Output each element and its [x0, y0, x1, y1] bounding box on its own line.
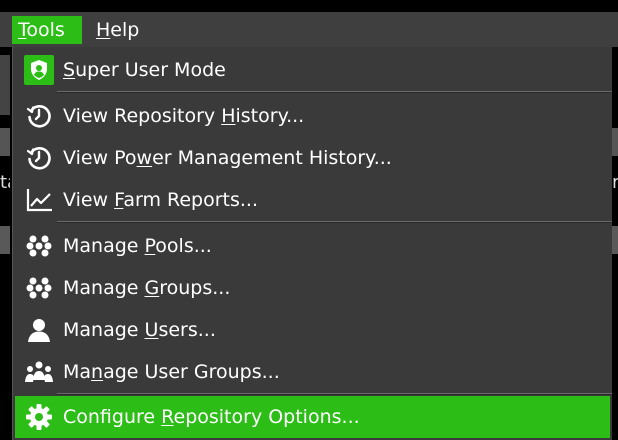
background-toolbar-strip [0, 55, 10, 115]
background-header-strip-right [612, 128, 618, 156]
menu-item-view-power-management-history[interactable]: View Power Management History... [15, 138, 610, 178]
background-column-header-strip-right [612, 226, 618, 254]
menu-tools-label: ools [26, 19, 65, 41]
menu-item-label: View Farm Reports... [63, 189, 258, 211]
tools-dropdown-menu: Super User Mode View Repository History.… [12, 47, 612, 440]
cluster-icon [21, 228, 57, 264]
clock-history-icon [21, 98, 57, 134]
clock-history-icon [21, 140, 57, 176]
menu-separator [57, 393, 612, 395]
window-top-edge [0, 0, 618, 12]
menu-item-label: Manage Users... [63, 319, 216, 341]
menu-item-label: View Repository History... [63, 105, 305, 127]
menu-item-manage-pools[interactable]: Manage Pools... [15, 226, 610, 266]
menu-separator [57, 91, 612, 93]
line-chart-icon [21, 182, 57, 218]
menu-separator [57, 221, 612, 223]
menu-item-manage-groups[interactable]: Manage Groups... [15, 268, 610, 308]
menu-item-super-user-mode[interactable]: Super User Mode [15, 50, 610, 90]
menu-help-label: elp [110, 19, 140, 41]
menu-item-label: Manage Pools... [63, 235, 212, 257]
menu-item-label: View Power Management History... [63, 147, 392, 169]
menu-item-view-farm-reports[interactable]: View Farm Reports... [15, 180, 610, 220]
menu-item-label: Configure Repository Options... [63, 406, 360, 428]
menu-item-label: Manage User Groups... [63, 361, 280, 383]
menu-item-manage-users[interactable]: Manage Users... [15, 310, 610, 350]
user-group-icon [21, 354, 57, 390]
menu-tools[interactable]: Tools [12, 16, 82, 44]
menu-item-label: Manage Groups... [63, 277, 231, 299]
background-partial-text-right: r [612, 172, 618, 193]
menu-item-manage-user-groups[interactable]: Manage User Groups... [15, 352, 610, 392]
background-column-header-strip [0, 226, 10, 254]
menu-item-view-repository-history[interactable]: View Repository History... [15, 96, 610, 136]
menu-bar: Tools Help [0, 12, 618, 47]
gear-icon [21, 399, 57, 435]
menu-item-label: Super User Mode [63, 59, 226, 81]
menu-help[interactable]: Help [90, 16, 145, 44]
background-partial-text-left: ta [0, 172, 10, 193]
cluster-icon [21, 270, 57, 306]
shield-user-icon [24, 55, 54, 85]
menu-item-configure-repository-options[interactable]: Configure Repository Options... [15, 396, 610, 438]
user-icon [21, 312, 57, 348]
background-header-strip [0, 128, 10, 156]
menu-help-mnemonic: H [96, 19, 111, 41]
